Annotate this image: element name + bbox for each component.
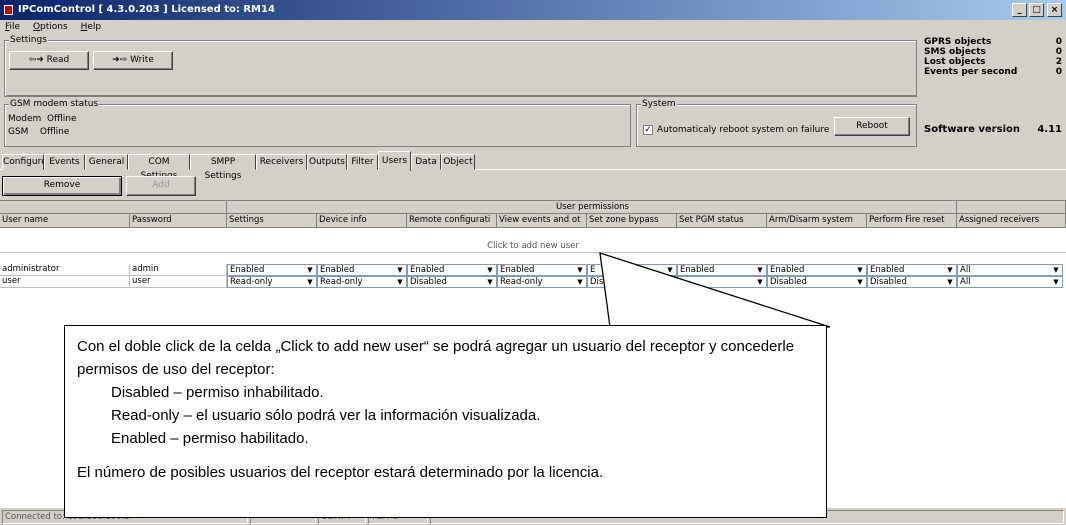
callout-item-disabled: Disabled – permiso inhabilitado. <box>111 384 324 401</box>
callout-footer: El número de posibles usuarios del recep… <box>77 464 604 481</box>
instruction-callout: Con el doble click de la celda „Click to… <box>64 325 827 518</box>
callout-item-enabled: Enabled – permiso habilitado. <box>111 430 309 447</box>
callout-item-read-only: Read-only – el usuario sólo podrá ver la… <box>111 407 541 424</box>
callout-intro: Con el doble click de la celda „Click to… <box>77 338 795 378</box>
